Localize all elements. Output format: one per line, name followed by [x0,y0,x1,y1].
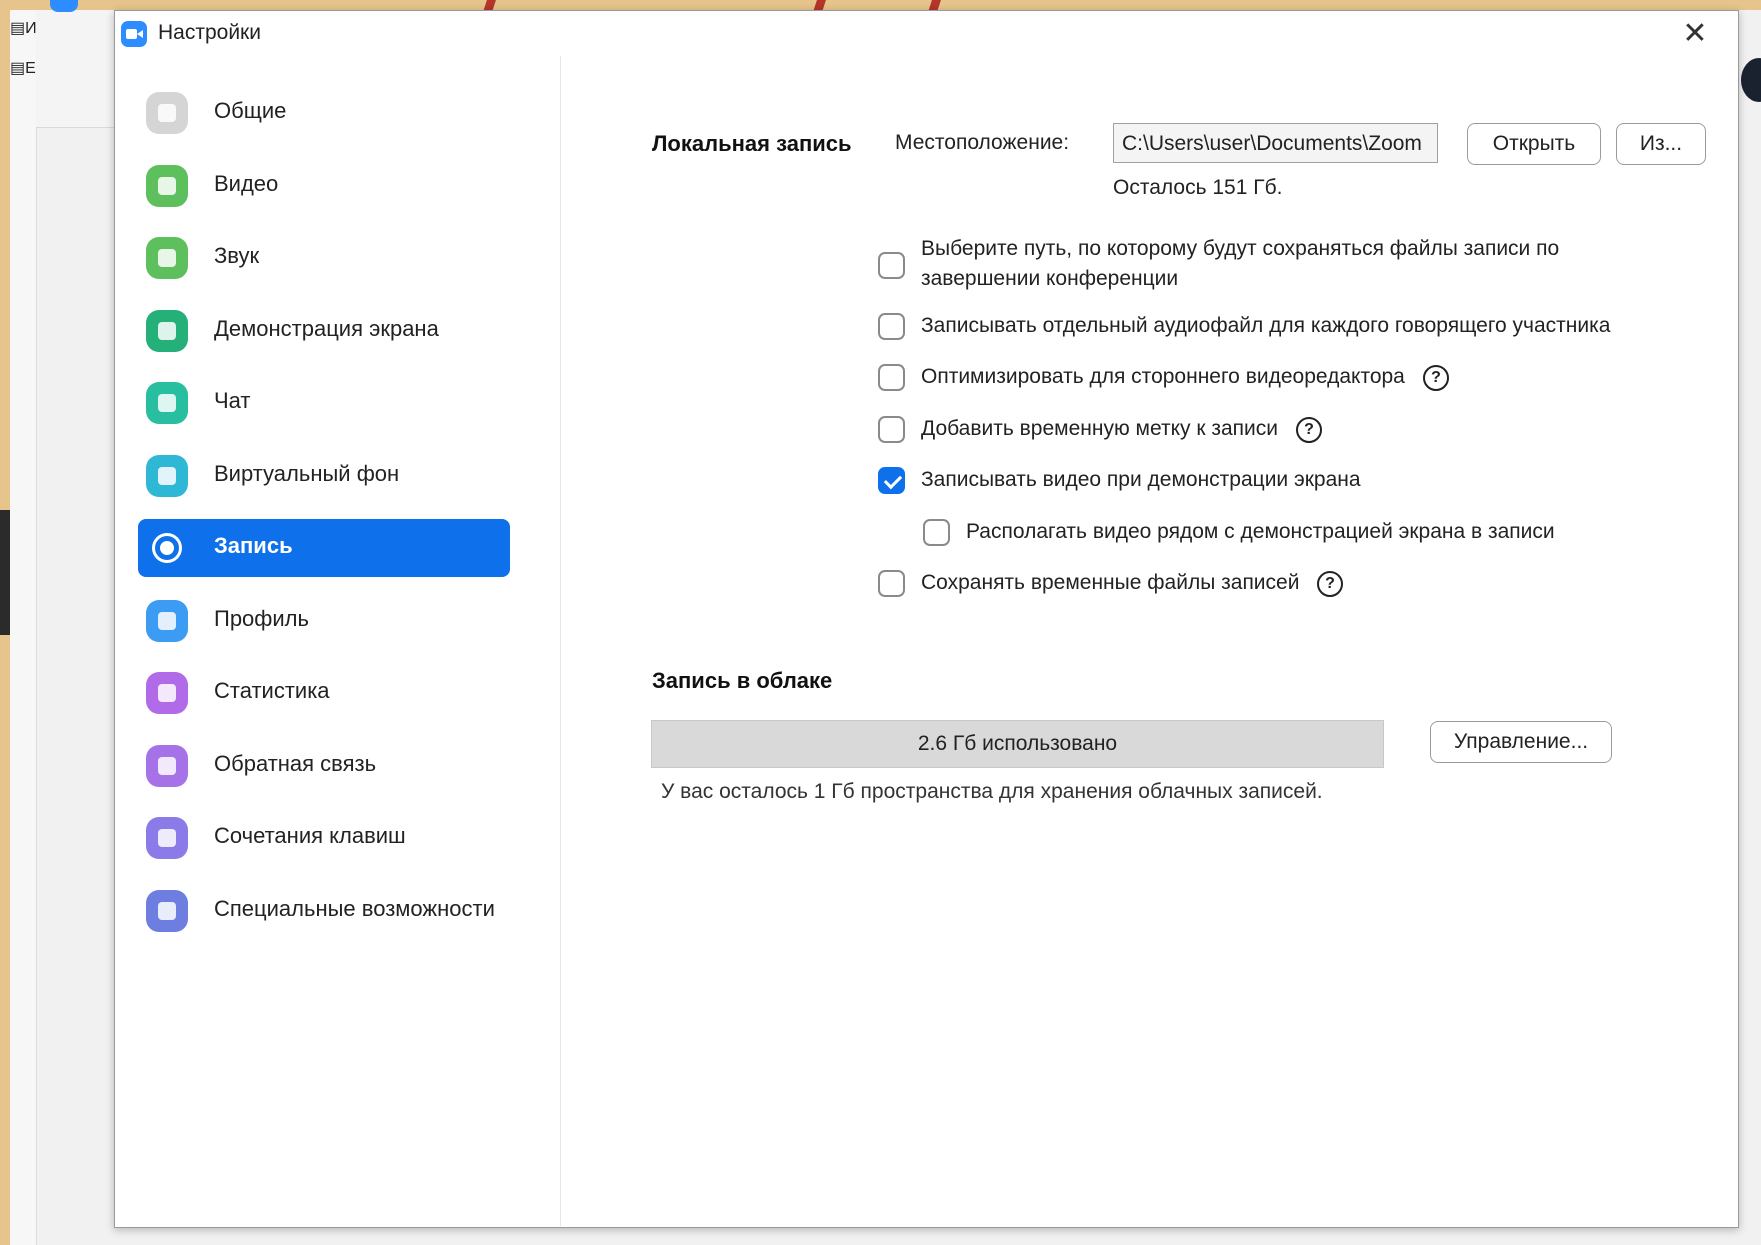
sidebar-item[interactable]: Запись [138,519,510,577]
sidebar-item-label: Специальные возможности [214,895,495,921]
recording-option-label-line: Записывать видео при демонстрации экрана [921,468,1361,491]
gear-icon [146,92,188,134]
background-app-tab [50,0,78,12]
recording-option-label: Оптимизировать для стороннего видеоредак… [921,362,1405,392]
settings-sidebar: Общие Видео Звук Демонстрация экрана Чат Вирт… [115,56,561,1226]
background-file-strip [10,10,37,1245]
sidebar-item-label: Обратная связь [214,750,377,776]
recording-option-label: Выберите путь, по которому будут сохраня… [921,234,1559,294]
chat-icon [146,382,188,424]
sidebar-item-label: Профиль [214,605,309,631]
recording-path-field[interactable]: C:\Users\user\Documents\Zoom [1113,123,1438,163]
sidebar-item-label: Демонстрация экрана [214,315,439,341]
recording-option-label-line: Оптимизировать для стороннего видеоредак… [921,365,1405,388]
background-dark-edge [0,510,10,635]
recording-option-checkbox[interactable] [878,467,905,494]
recording-option-label-line: завершении конференции [921,267,1179,290]
free-space-text: Осталось 151 Гб. [1113,176,1283,199]
sidebar-item-label: Общие [214,98,287,123]
recording-option-checkbox[interactable] [923,519,950,546]
feedback-icon [146,744,188,787]
sidebar-item[interactable]: Демонстрация экрана [138,302,510,360]
sidebar-item[interactable]: Обратная связь [138,737,510,795]
background-toolbar [36,10,116,128]
profile-icon [146,599,188,642]
recording-option-label-line: Выберите путь, по которому будут сохраня… [921,237,1560,260]
sidebar-item-label: Запись [214,533,293,558]
sidebar-item-label: Звук [214,243,260,268]
sidebar-item[interactable]: Специальные возможности [138,882,510,940]
recording-option-checkbox[interactable] [878,252,905,279]
title-bar: Настройки ✕ [115,11,1738,56]
accessibility-icon [146,889,188,932]
recording-option-label-line: Добавить временную метку к записи [921,417,1279,440]
recording-option-label: Добавить временную метку к записи [921,414,1278,444]
help-icon[interactable]: ? [1423,365,1449,391]
statistics-icon [146,672,188,714]
recording-option-label: Располагать видео рядом с демонстрацией … [966,517,1555,547]
sidebar-item[interactable]: Чат [138,374,510,432]
location-label: Местоположение: [895,131,1070,154]
manage-cloud-button[interactable]: Управление... [1430,721,1612,763]
recording-settings-panel: Локальная запись Местоположение: C:\User… [561,56,1737,1226]
keyboard-icon [146,817,188,859]
background-file-item[interactable]: ▤Е [10,58,36,78]
close-icon[interactable]: ✕ [1677,17,1713,51]
local-recording-title: Локальная запись [652,131,852,156]
virtual-background-icon [146,454,188,497]
sidebar-item-label: Чат [214,388,251,413]
recording-option-label-line: Записывать отдельный аудиофайл для каждо… [921,314,1611,337]
sidebar-item[interactable]: Виртуальный фон [138,447,510,505]
recording-option-label: Записывать видео при демонстрации экрана [921,465,1361,495]
share-screen-icon [146,309,188,352]
sidebar-item[interactable]: Статистика [138,664,510,722]
sidebar-item-label: Сочетания клавиш [214,823,406,848]
background-file-item[interactable]: ▤И [10,18,37,38]
help-icon[interactable]: ? [1317,571,1343,597]
recording-option-label-line: Сохранять временные файлы записей [921,571,1300,594]
open-folder-button[interactable]: Открыть [1467,123,1601,165]
recording-option-label-line: Располагать видео рядом с демонстрацией … [966,520,1555,543]
headphones-icon [146,237,188,279]
recording-option-checkbox[interactable] [878,416,905,443]
sidebar-item-label: Виртуальный фон [214,460,400,486]
recording-option-label: Записывать отдельный аудиофайл для каждо… [921,311,1610,341]
sidebar-item[interactable]: Общие [138,84,510,142]
sidebar-item[interactable]: Видео [138,157,510,215]
recording-option-checkbox[interactable] [878,364,905,391]
zoom-app-icon [121,21,147,47]
help-icon[interactable]: ? [1296,417,1322,443]
cloud-usage-text: 2.6 Гб использовано [917,732,1118,755]
sidebar-item-label: Видео [214,170,279,196]
sidebar-item[interactable]: Профиль [138,592,510,650]
change-folder-button[interactable]: Из... [1616,123,1706,165]
recording-option-checkbox[interactable] [878,570,905,597]
sidebar-item-label: Статистика [214,678,330,703]
sidebar-item[interactable]: Звук [138,229,510,287]
video-camera-icon [146,164,188,207]
cloud-recording-title: Запись в облаке [652,668,833,693]
cloud-storage-note: У вас осталось 1 Гб пространства для хра… [661,780,1323,803]
cloud-storage-usage-bar: 2.6 Гб использовано [651,720,1384,768]
settings-dialog: Настройки ✕ Общие Видео Звук Демонстрация э… [114,10,1739,1228]
recording-option-label: Сохранять временные файлы записей [921,568,1299,598]
window-title: Настройки [158,21,261,44]
recording-option-checkbox[interactable] [878,313,905,340]
record-icon [146,527,188,569]
sidebar-item[interactable]: Сочетания клавиш [138,809,510,867]
